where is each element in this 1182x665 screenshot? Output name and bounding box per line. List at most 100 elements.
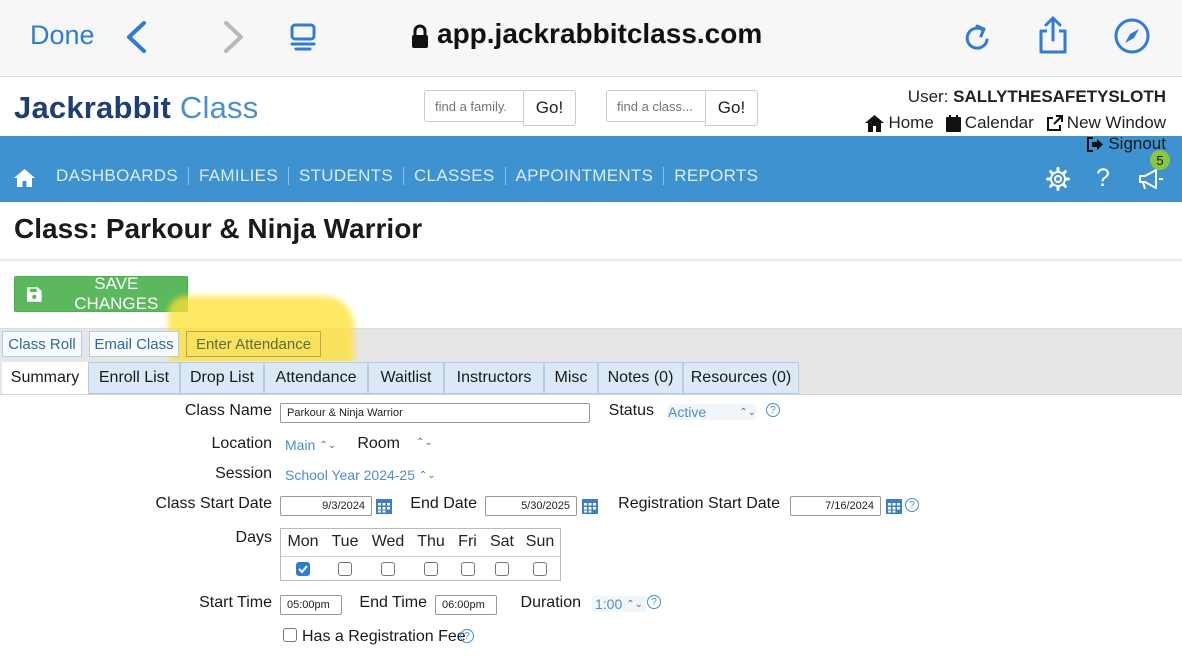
session-select[interactable]: School Year 2024-25 ⌃⌄	[285, 467, 436, 483]
user-info: User: SALLYTHESAFETYSLOTH	[908, 87, 1166, 107]
signout-icon	[1087, 136, 1104, 152]
status-label: Status	[608, 402, 654, 419]
tab-attendance[interactable]: Attendance	[264, 362, 368, 394]
days-label: Days	[235, 529, 272, 546]
notification-badge: 5	[1150, 150, 1170, 170]
tab-notes[interactable]: Notes (0)	[598, 362, 683, 394]
megaphone-icon[interactable]	[1138, 168, 1164, 192]
tab-waitlist[interactable]: Waitlist	[368, 362, 444, 394]
class-name-input[interactable]: Parkour & Ninja Warrior	[280, 403, 590, 423]
forward-icon[interactable]	[220, 20, 246, 54]
class-start-date-input[interactable]: 9/3/2024	[280, 496, 372, 516]
session-label: Session	[215, 465, 272, 482]
status-select[interactable]: Active ⌃⌄	[668, 404, 756, 420]
app-logo[interactable]: Jackrabbit Class	[14, 90, 258, 126]
day-checkbox-tue[interactable]	[338, 562, 352, 576]
help-icon[interactable]: ?	[1096, 164, 1110, 193]
compass-icon[interactable]	[1112, 16, 1152, 56]
location-select[interactable]: Main ⌃⌄	[285, 437, 336, 453]
nav-items: DASHBOARDS FAMILIES STUDENTS CLASSES APP…	[56, 166, 758, 186]
share-icon[interactable]	[1036, 14, 1070, 56]
calendar-icon[interactable]	[886, 497, 902, 514]
days-grid: Mon Tue Wed Thu Fri Sat Sun	[280, 528, 561, 581]
user-label: User:	[907, 87, 949, 106]
day-header-mon: Mon	[287, 533, 319, 550]
day-checkbox-thu[interactable]	[424, 562, 438, 576]
user-name: SALLYTHESAFETYSLOTH	[953, 87, 1166, 106]
home-link[interactable]: Home	[865, 113, 934, 133]
reload-icon[interactable]	[962, 22, 992, 54]
save-changes-button[interactable]: SAVE CHANGES	[14, 274, 188, 313]
browser-toolbar: Done app.jackrabbitclass.com	[0, 0, 1182, 77]
registration-help-icon[interactable]: ?	[905, 498, 919, 512]
calendar-link[interactable]: Calendar	[945, 113, 1034, 133]
chevron-updown-icon: ⌃⌄	[419, 469, 436, 481]
nav-dashboards[interactable]: DASHBOARDS	[56, 166, 178, 186]
day-checkbox-sun[interactable]	[533, 562, 547, 576]
logo-sub-text: Class	[179, 90, 259, 125]
start-time-input[interactable]: 05:00pm	[280, 595, 342, 615]
day-checkbox-mon[interactable]	[296, 562, 310, 576]
class-search-input[interactable]	[606, 90, 706, 122]
home-icon	[865, 114, 885, 132]
location-label: Location	[211, 435, 273, 452]
title-divider	[0, 259, 1182, 261]
settings-gear-icon[interactable]	[1046, 167, 1070, 191]
day-checkbox-fri[interactable]	[461, 562, 475, 576]
calendar-icon[interactable]	[582, 497, 598, 514]
room-select[interactable]: ⌃⌄	[416, 437, 433, 448]
end-time-input[interactable]: 06:00pm	[435, 595, 497, 615]
calendar-icon	[945, 114, 961, 132]
tab-misc[interactable]: Misc	[544, 362, 598, 394]
nav-home-icon[interactable]	[14, 169, 35, 187]
url-display[interactable]: app.jackrabbitclass.com	[437, 18, 762, 50]
day-checkbox-wed[interactable]	[381, 562, 395, 576]
nav-classes[interactable]: CLASSES	[414, 166, 495, 186]
family-search-go-button[interactable]: Go!	[523, 90, 576, 126]
tab-enroll-list[interactable]: Enroll List	[88, 362, 180, 394]
class-roll-button[interactable]: Class Roll	[2, 331, 82, 357]
day-header-wed: Wed	[371, 533, 405, 550]
save-changes-label: SAVE CHANGES	[74, 274, 159, 313]
lock-icon	[412, 24, 428, 48]
chevron-updown-icon: ⌃⌄	[319, 439, 337, 451]
location-value: Main	[285, 437, 316, 453]
chevron-updown-icon: ⌃⌄	[416, 437, 433, 448]
back-icon[interactable]	[124, 20, 150, 54]
tab-drop-list[interactable]: Drop List	[180, 362, 264, 394]
calendar-icon[interactable]	[376, 497, 392, 514]
enter-attendance-button[interactable]: Enter Attendance	[186, 331, 321, 357]
done-button[interactable]: Done	[30, 20, 95, 51]
registration-start-date-label: Registration Start Date	[618, 495, 780, 512]
registration-fee-help-icon[interactable]: ?	[460, 629, 474, 643]
duration-help-icon[interactable]: ?	[647, 595, 661, 609]
new-window-link[interactable]: New Window	[1046, 113, 1166, 133]
nav-families[interactable]: FAMILIES	[199, 166, 278, 186]
email-class-button[interactable]: Email Class	[89, 331, 179, 357]
tab-instructors[interactable]: Instructors	[444, 362, 544, 394]
nav-appointments[interactable]: APPOINTMENTS	[516, 166, 654, 186]
duration-select[interactable]: 1:00 ⌃⌄	[592, 596, 647, 612]
new-window-link-label: New Window	[1066, 113, 1166, 132]
class-search: Go!	[606, 90, 758, 126]
end-date-input[interactable]: 5/30/2025	[485, 496, 577, 516]
nav-reports[interactable]: REPORTS	[674, 166, 758, 186]
reader-icon[interactable]	[288, 22, 318, 52]
tab-summary[interactable]: Summary	[2, 362, 88, 394]
logo-main-text: Jackrabbit	[14, 90, 172, 125]
class-search-go-button[interactable]: Go!	[705, 90, 758, 126]
status-help-icon[interactable]: ?	[766, 403, 780, 417]
day-header-sat: Sat	[489, 533, 514, 550]
family-search-input[interactable]	[424, 90, 524, 122]
day-checkbox-sat[interactable]	[495, 562, 509, 576]
registration-fee-label: Has a Registration Fee	[302, 628, 466, 645]
end-time-label: End Time	[359, 594, 427, 611]
tab-resources[interactable]: Resources (0)	[683, 362, 799, 394]
external-link-icon	[1046, 114, 1063, 131]
day-header-fri: Fri	[458, 533, 477, 550]
nav-students[interactable]: STUDENTS	[299, 166, 393, 186]
registration-start-date-input[interactable]: 7/16/2024	[790, 496, 881, 516]
registration-fee-checkbox[interactable]	[283, 628, 297, 642]
day-header-thu: Thu	[417, 533, 445, 550]
top-links: Home Calendar New Window	[865, 113, 1166, 133]
